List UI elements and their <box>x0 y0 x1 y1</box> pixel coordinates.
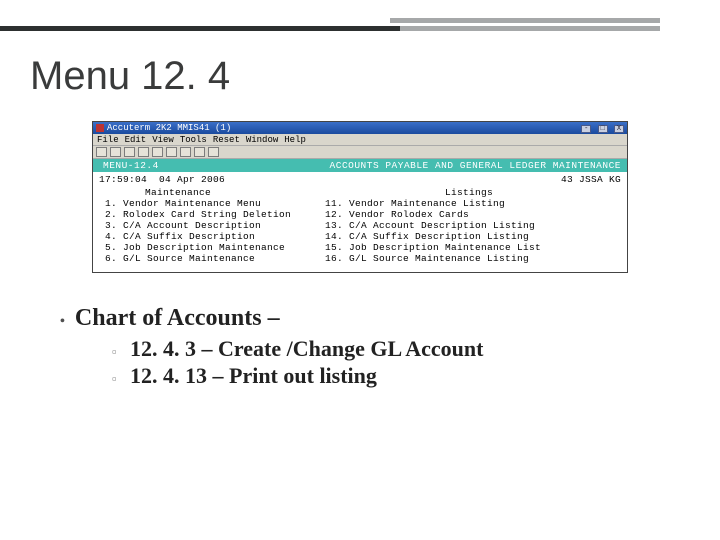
slide-content: • Chart of Accounts – ▫ 12. 4. 3 – Creat… <box>0 273 720 390</box>
menu-tools[interactable]: Tools <box>180 135 207 145</box>
list-item[interactable]: 5.Job Description Maintenance <box>99 242 291 253</box>
bullet-icon: • <box>60 310 65 334</box>
toolbar-icon[interactable] <box>96 147 107 157</box>
slide-title: Menu 12. 4 <box>0 36 720 107</box>
window-controls: - □ X <box>580 123 624 133</box>
toolbar-icon[interactable] <box>138 147 149 157</box>
terminal-window: Accuterm 2K2 MMIS41 (1) - □ X File Edit … <box>92 121 628 273</box>
sub-bullet: ▫ 12. 4. 13 – Print out listing <box>112 363 664 390</box>
list-item[interactable]: 14.C/A Suffix Description Listing <box>325 231 541 242</box>
site-code: 43 JSSA KG <box>561 174 621 185</box>
sub-bullet-icon: ▫ <box>112 341 122 363</box>
list-item[interactable]: 2.Rolodex Card String Deletion <box>99 209 291 220</box>
list-item[interactable]: 1.Vendor Maintenance Menu <box>99 198 291 209</box>
deco-bar-dark <box>0 26 400 31</box>
timestamp: 17:59:04 04 Apr 2006 <box>99 174 225 185</box>
sub-bullet-list: ▫ 12. 4. 3 – Create /Change GL Account ▫… <box>112 336 664 390</box>
terminal-header: MENU-12.4 ACCOUNTS PAYABLE AND GENERAL L… <box>93 159 627 172</box>
decorative-bars <box>0 0 720 36</box>
toolbar-icon[interactable] <box>110 147 121 157</box>
maximize-button[interactable]: □ <box>598 125 608 133</box>
window-titlebar: Accuterm 2K2 MMIS41 (1) - □ X <box>93 122 627 134</box>
close-button[interactable]: X <box>614 125 624 133</box>
bullet-main-text: Chart of Accounts – <box>75 305 280 332</box>
window-title: Accuterm 2K2 MMIS41 (1) <box>107 123 231 133</box>
menu-file[interactable]: File <box>97 135 119 145</box>
menu-help[interactable]: Help <box>284 135 306 145</box>
toolbar-icon[interactable] <box>208 147 219 157</box>
maintenance-list: 1.Vendor Maintenance Menu2.Rolodex Card … <box>99 198 291 264</box>
list-item[interactable]: 15.Job Description Maintenance List <box>325 242 541 253</box>
toolbar-icon[interactable] <box>152 147 163 157</box>
app-icon <box>96 124 104 132</box>
toolbar-icon[interactable] <box>180 147 191 157</box>
sub-bullet-icon: ▫ <box>112 368 122 390</box>
menubar: File Edit View Tools Reset Window Help <box>93 134 627 146</box>
bullet-main: • Chart of Accounts – <box>60 305 664 334</box>
toolbar-icon[interactable] <box>194 147 205 157</box>
list-item[interactable]: 3.C/A Account Description <box>99 220 291 231</box>
menu-code: MENU-12.4 <box>103 160 159 171</box>
toolbar <box>93 146 627 159</box>
toolbar-icon[interactable] <box>124 147 135 157</box>
toolbar-icon[interactable] <box>166 147 177 157</box>
menu-edit[interactable]: Edit <box>125 135 147 145</box>
list-item[interactable]: 12.Vendor Rolodex Cards <box>325 209 541 220</box>
terminal-body: 17:59:04 04 Apr 2006 43 JSSA KG Maintena… <box>93 172 627 272</box>
menu-title: ACCOUNTS PAYABLE AND GENERAL LEDGER MAIN… <box>330 160 621 171</box>
listings-list: 11.Vendor Maintenance Listing12.Vendor R… <box>325 198 541 264</box>
menu-reset[interactable]: Reset <box>213 135 240 145</box>
sub-bullet: ▫ 12. 4. 3 – Create /Change GL Account <box>112 336 664 363</box>
section-maintenance: Maintenance <box>99 187 211 198</box>
sub-bullet-text: 12. 4. 13 – Print out listing <box>130 363 377 389</box>
deco-bar-light <box>390 18 660 23</box>
section-listings: Listings <box>445 187 621 198</box>
list-item[interactable]: 16.G/L Source Maintenance Listing <box>325 253 541 264</box>
menu-view[interactable]: View <box>152 135 174 145</box>
minimize-button[interactable]: - <box>581 125 591 133</box>
list-item[interactable]: 13.C/A Account Description Listing <box>325 220 541 231</box>
menu-window[interactable]: Window <box>246 135 278 145</box>
list-item[interactable]: 6.G/L Source Maintenance <box>99 253 291 264</box>
list-item[interactable]: 11.Vendor Maintenance Listing <box>325 198 541 209</box>
list-item[interactable]: 4.C/A Suffix Description <box>99 231 291 242</box>
sub-bullet-text: 12. 4. 3 – Create /Change GL Account <box>130 336 483 362</box>
deco-bar-light2 <box>390 26 660 31</box>
